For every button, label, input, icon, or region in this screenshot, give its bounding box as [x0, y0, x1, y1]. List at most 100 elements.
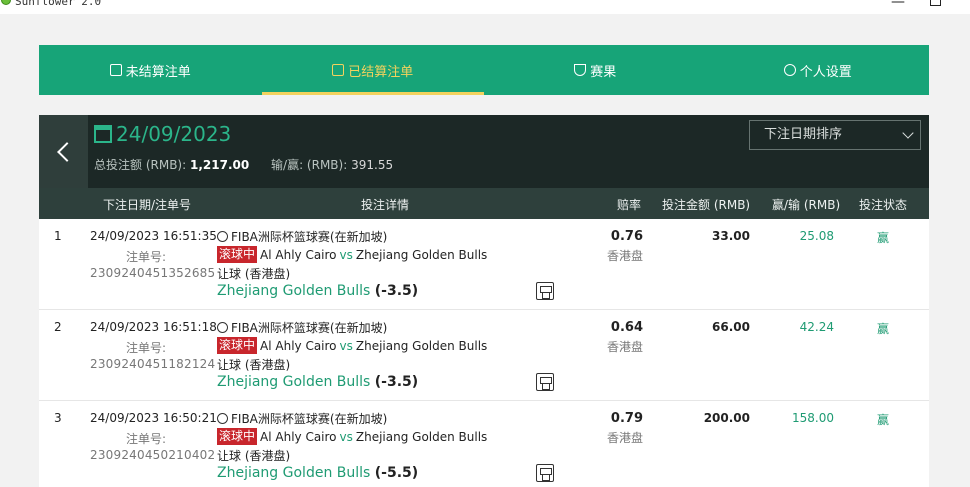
col-details: 投注详情 — [361, 198, 410, 212]
away-team: Zhejiang Golden Bulls — [355, 429, 488, 444]
win-loss-amount: 42.24 — [799, 320, 834, 334]
live-badge: 滚球中 — [217, 337, 258, 354]
bet-list: 1 24/09/2023 16:51:35 注单号: 2309240451352… — [39, 219, 929, 487]
tab-label: 已结算注单 — [348, 64, 414, 80]
ticket-label: 注单号: — [126, 432, 167, 446]
bet-summary: 总投注额 (RMB): 1,217.00 输/赢: (RMB): 391.55 — [94, 156, 393, 173]
pick-team: Zhejiang Golden Bulls — [217, 283, 371, 299]
market-type: 让球 (香港盘) — [217, 267, 291, 281]
win-loss-amount: 25.08 — [799, 229, 834, 243]
league-name: FIBA洲际杯篮球赛(在新加坡) — [217, 410, 387, 427]
back-button[interactable] — [39, 115, 88, 188]
maximize-button[interactable] — [925, 0, 945, 10]
ticket-number: 2309240450210402 — [90, 448, 216, 462]
main-nav: 未结算注单 已结算注单 赛果 个人设置 — [39, 45, 929, 95]
odds-type: 香港盘 — [606, 340, 643, 354]
pick-line: (-3.5) — [374, 374, 419, 390]
live-badge: 滚球中 — [217, 246, 258, 263]
ticket-number: 2309240451352685 — [90, 266, 216, 280]
window-title: Sunflower 2.0 — [15, 0, 102, 8]
odds-value: 0.79 — [610, 411, 643, 426]
print-icon[interactable] — [536, 282, 554, 300]
tab-personal-settings[interactable]: 个人设置 — [707, 45, 930, 95]
bet-pick: Zhejiang Golden Bulls (-3.5) — [217, 283, 418, 299]
sort-select[interactable]: 下注日期排序 — [749, 120, 921, 150]
vs-label: vs — [339, 338, 353, 353]
col-win-loss: 赢/输 (RMB) — [772, 198, 841, 212]
odds-type: 香港盘 — [606, 431, 643, 445]
selected-date: 24/09/2023 — [116, 122, 232, 146]
pick-line: (-3.5) — [374, 283, 419, 299]
maximize-icon — [929, 0, 941, 6]
pick-team: Zhejiang Golden Bulls — [217, 465, 371, 481]
tab-results[interactable]: 赛果 — [484, 45, 707, 95]
away-team: Zhejiang Golden Bulls — [355, 247, 488, 262]
league-label: FIBA洲际杯篮球赛(在新加坡) — [231, 412, 388, 426]
league-label: FIBA洲际杯篮球赛(在新加坡) — [231, 230, 388, 244]
match-line: 滚球中 Al Ahly Cairo vs Zhejiang Golden Bulls — [217, 428, 487, 445]
pick-line: (-5.5) — [374, 465, 419, 481]
window-titlebar: Sunflower 2.0 — — [0, 0, 970, 14]
table-row: 1 24/09/2023 16:51:35 注单号: 2309240451352… — [39, 219, 929, 310]
stake-value: 33.00 — [712, 229, 750, 243]
bet-status: 赢 — [877, 413, 890, 427]
calendar-icon — [94, 125, 112, 143]
bet-datetime: 24/09/2023 16:51:18 — [90, 320, 217, 334]
bet-pick: Zhejiang Golden Bulls (-3.5) — [217, 374, 418, 390]
home-team: Al Ahly Cairo — [260, 247, 337, 262]
row-index: 2 — [54, 320, 62, 334]
col-date-ticket: 下注日期/注单号 — [103, 198, 192, 212]
col-odds: 赔率 — [617, 198, 642, 212]
clipboard-icon — [332, 64, 345, 76]
odds-value: 0.64 — [610, 320, 643, 335]
market-type: 让球 (香港盘) — [217, 358, 291, 372]
tab-settled-bets[interactable]: 已结算注单 — [261, 45, 485, 95]
total-stake-value: 1,217.00 — [189, 158, 250, 172]
print-icon[interactable] — [536, 373, 554, 391]
bet-pick: Zhejiang Golden Bulls (-5.5) — [217, 465, 418, 481]
chevron-down-icon — [902, 127, 914, 139]
ticket-label: 注单号: — [126, 250, 167, 264]
win-loss-value: 391.55 — [351, 158, 394, 172]
sort-select-value: 下注日期排序 — [764, 127, 843, 142]
date-display: 24/09/2023 — [94, 123, 231, 145]
total-stake-label: 总投注额 (RMB): — [94, 158, 187, 172]
gear-icon — [783, 64, 796, 76]
league-label: FIBA洲际杯篮球赛(在新加坡) — [231, 321, 388, 335]
ticket-number: 2309240451182124 — [90, 357, 216, 371]
pick-team: Zhejiang Golden Bulls — [217, 374, 371, 390]
sunflower-app-icon — [1, 0, 11, 5]
chevron-left-icon — [56, 141, 77, 162]
odds-type: 香港盘 — [606, 249, 643, 263]
tab-label: 赛果 — [590, 64, 617, 80]
settled-header: 24/09/2023 总投注额 (RMB): 1,217.00 输/赢: (RM… — [39, 115, 929, 188]
basketball-icon — [217, 231, 228, 242]
bet-status: 赢 — [877, 231, 890, 245]
ticket-icon — [109, 64, 122, 76]
bet-status: 赢 — [877, 322, 890, 336]
league-name: FIBA洲际杯篮球赛(在新加坡) — [217, 319, 387, 336]
print-icon[interactable] — [536, 464, 554, 482]
stake-value: 200.00 — [703, 411, 750, 425]
home-team: Al Ahly Cairo — [260, 429, 337, 444]
basketball-icon — [217, 322, 228, 333]
table-header: 下注日期/注单号 投注详情 赔率 投注金额 (RMB) 赢/输 (RMB) 投注… — [39, 188, 929, 219]
bet-datetime: 24/09/2023 16:51:35 — [90, 229, 217, 243]
col-status: 投注状态 — [859, 198, 908, 212]
home-team: Al Ahly Cairo — [260, 338, 337, 353]
league-name: FIBA洲际杯篮球赛(在新加坡) — [217, 228, 387, 245]
tab-label: 未结算注单 — [125, 64, 191, 80]
tab-unsettled-bets[interactable]: 未结算注单 — [39, 45, 262, 95]
live-badge: 滚球中 — [217, 428, 258, 445]
stake-value: 66.00 — [712, 320, 750, 334]
table-row: 2 24/09/2023 16:51:18 注单号: 2309240451182… — [39, 310, 929, 401]
basketball-icon — [217, 413, 228, 424]
market-type: 让球 (香港盘) — [217, 449, 291, 463]
trophy-icon — [574, 64, 587, 76]
minimize-button[interactable]: — — [888, 0, 908, 10]
bet-datetime: 24/09/2023 16:50:21 — [90, 411, 217, 425]
odds-value: 0.76 — [610, 229, 643, 244]
vs-label: vs — [339, 247, 353, 262]
win-loss-amount: 158.00 — [792, 411, 834, 425]
row-index: 3 — [54, 411, 62, 425]
